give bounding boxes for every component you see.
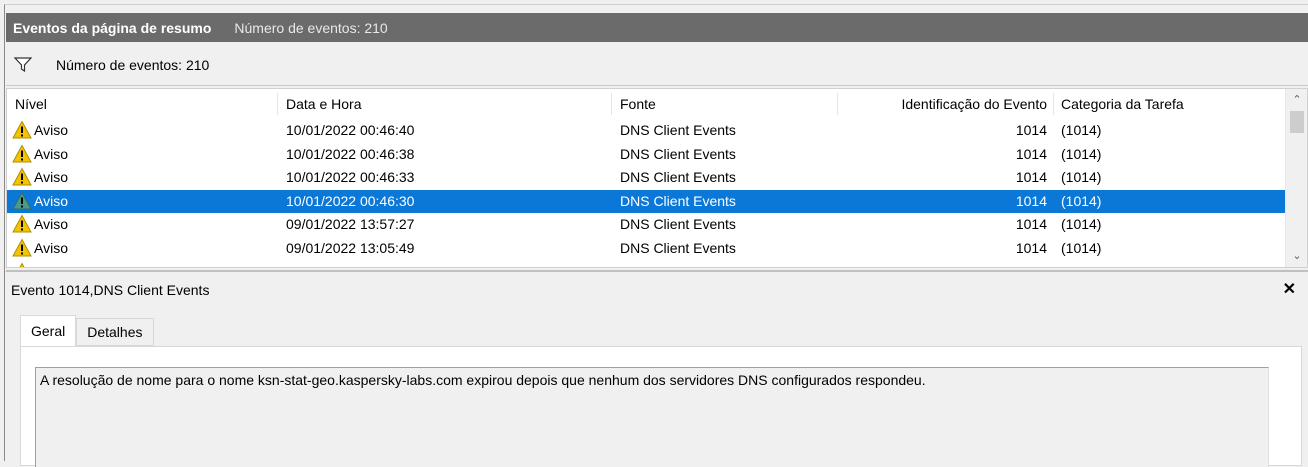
cell-event-id: 1014 bbox=[1015, 239, 1047, 256]
table-row[interactable]: Aviso 09/01/2022 10:35:38 DNS Client Event… bbox=[7, 261, 1285, 267]
cell-level: Aviso bbox=[12, 167, 68, 187]
cell-datetime: 10/01/2022 00:46:33 bbox=[286, 169, 415, 186]
table-row[interactable]: Aviso 09/01/2022 13:57:27 DNS Client Event… bbox=[7, 213, 1285, 237]
close-icon[interactable]: ✕ bbox=[1283, 279, 1296, 299]
filter-icon[interactable] bbox=[13, 55, 33, 75]
cell-event-id: 1014 bbox=[1015, 216, 1047, 233]
cell-level: Aviso bbox=[12, 120, 68, 140]
tab-details[interactable]: Detalhes bbox=[76, 318, 154, 346]
events-grid[interactable]: Nível Data e Hora Fonte Identificação do… bbox=[6, 88, 1308, 268]
cell-event-id: 1014 bbox=[1015, 169, 1047, 186]
table-row[interactable]: Aviso 10/01/2022 00:46:33 DNS Client Event… bbox=[7, 166, 1285, 190]
event-details-title: Evento 1014,DNS Client Events bbox=[11, 282, 210, 298]
cell-task-category: (1014) bbox=[1061, 122, 1102, 138]
cell-event-id: 1014 bbox=[1015, 122, 1047, 138]
event-rows: Aviso 10/01/2022 00:46:40 DNS Client Event… bbox=[7, 119, 1285, 267]
cell-task-category: (1014) bbox=[1061, 192, 1102, 209]
general-tab-panel: A resolução de nome para o nome ksn-stat… bbox=[20, 346, 1302, 467]
cell-source: DNS Client Events bbox=[620, 239, 736, 256]
table-row[interactable]: Aviso 10/01/2022 00:46:40 DNS Client Event… bbox=[7, 119, 1285, 143]
filter-bar: Número de eventos: 210 bbox=[6, 44, 1308, 86]
cell-level: Aviso bbox=[12, 144, 68, 164]
table-row[interactable]: Aviso 09/01/2022 13:05:49 DNS Client Event… bbox=[7, 237, 1285, 261]
level-text: Aviso bbox=[34, 122, 68, 138]
cell-datetime: 09/01/2022 13:57:27 bbox=[286, 216, 415, 233]
column-divider[interactable] bbox=[611, 93, 612, 115]
cell-source: DNS Client Events bbox=[620, 216, 736, 233]
warning-icon bbox=[19, 262, 25, 267]
cell-datetime: 10/01/2022 00:46:38 bbox=[286, 145, 415, 162]
warning-icon bbox=[12, 191, 32, 210]
cell-level: Aviso bbox=[12, 262, 68, 267]
level-text: Aviso bbox=[34, 192, 68, 209]
warning-icon bbox=[12, 238, 32, 257]
event-count-label: Número de eventos: 210 bbox=[56, 56, 210, 73]
column-header-level[interactable]: Nível bbox=[15, 96, 47, 112]
cell-datetime: 10/01/2022 00:46:40 bbox=[286, 122, 415, 138]
table-row[interactable]: Aviso 10/01/2022 00:46:38 DNS Client Event… bbox=[7, 143, 1285, 167]
level-text: Aviso bbox=[34, 169, 68, 186]
cell-task-category: (1014) bbox=[1061, 239, 1102, 256]
scroll-down-arrow-icon[interactable]: ⌄ bbox=[1286, 247, 1307, 265]
event-message-text[interactable]: A resolução de nome para o nome ksn-stat… bbox=[35, 367, 1269, 467]
cell-event-id: 1014 bbox=[837, 264, 1047, 267]
cell-task-category: (1014) bbox=[1061, 264, 1101, 267]
cell-event-id: 1014 bbox=[1015, 145, 1047, 162]
event-count-subtitle: Número de eventos: 210 bbox=[234, 19, 388, 36]
warning-icon bbox=[12, 214, 32, 233]
cell-task-category: (1014) bbox=[1061, 169, 1102, 186]
column-divider[interactable] bbox=[277, 93, 278, 115]
cell-task-category: (1014) bbox=[1061, 216, 1102, 233]
cell-datetime: 09/01/2022 13:05:49 bbox=[286, 239, 415, 256]
grid-header: Nível Data e Hora Fonte Identificação do… bbox=[7, 89, 1285, 119]
cell-source: DNS Client Events bbox=[620, 122, 736, 138]
tab-general[interactable]: Geral bbox=[20, 315, 77, 346]
level-text: Aviso bbox=[34, 145, 68, 162]
cell-event-id: 1014 bbox=[1015, 192, 1047, 209]
column-header-source[interactable]: Fonte bbox=[620, 96, 656, 112]
level-text: Aviso bbox=[34, 239, 68, 256]
cell-datetime: 10/01/2022 00:46:30 bbox=[286, 192, 415, 209]
table-row[interactable]: Aviso 10/01/2022 00:46:30 DNS Client Event… bbox=[7, 189, 1285, 214]
level-text: Aviso bbox=[34, 264, 68, 267]
scroll-up-arrow-icon[interactable]: ⌃ bbox=[1286, 91, 1307, 109]
scrollbar-thumb[interactable] bbox=[1290, 111, 1304, 133]
warning-icon bbox=[12, 144, 32, 163]
cell-source: DNS Client Events bbox=[620, 145, 736, 162]
column-header-event-id[interactable]: Identificação do Evento bbox=[837, 96, 1047, 112]
summary-header: Eventos da página de resumo Número de ev… bbox=[6, 13, 1308, 42]
cell-source: DNS Client Events bbox=[620, 264, 736, 267]
column-header-task-category[interactable]: Categoria da Tarefa bbox=[1061, 96, 1184, 112]
cell-task-category: (1014) bbox=[1061, 145, 1102, 162]
cell-level: Aviso bbox=[12, 238, 68, 258]
cell-source: DNS Client Events bbox=[620, 192, 736, 209]
cell-source: DNS Client Events bbox=[620, 169, 736, 186]
event-details-pane: Evento 1014,DNS Client Events ✕ Geral De… bbox=[6, 270, 1308, 467]
page-title: Eventos da página de resumo bbox=[13, 19, 212, 36]
column-header-datetime[interactable]: Data e Hora bbox=[286, 96, 361, 112]
details-tabs: Geral Detalhes bbox=[20, 315, 154, 346]
cell-level: Aviso bbox=[12, 214, 68, 234]
warning-icon bbox=[12, 167, 32, 186]
column-divider[interactable] bbox=[1053, 93, 1054, 115]
vertical-scrollbar[interactable]: ⌃ ⌄ bbox=[1285, 89, 1307, 267]
warning-icon bbox=[12, 120, 32, 139]
level-text: Aviso bbox=[34, 216, 68, 233]
cell-level: Aviso bbox=[12, 191, 68, 211]
cell-datetime: 09/01/2022 10:35:38 bbox=[286, 264, 414, 267]
